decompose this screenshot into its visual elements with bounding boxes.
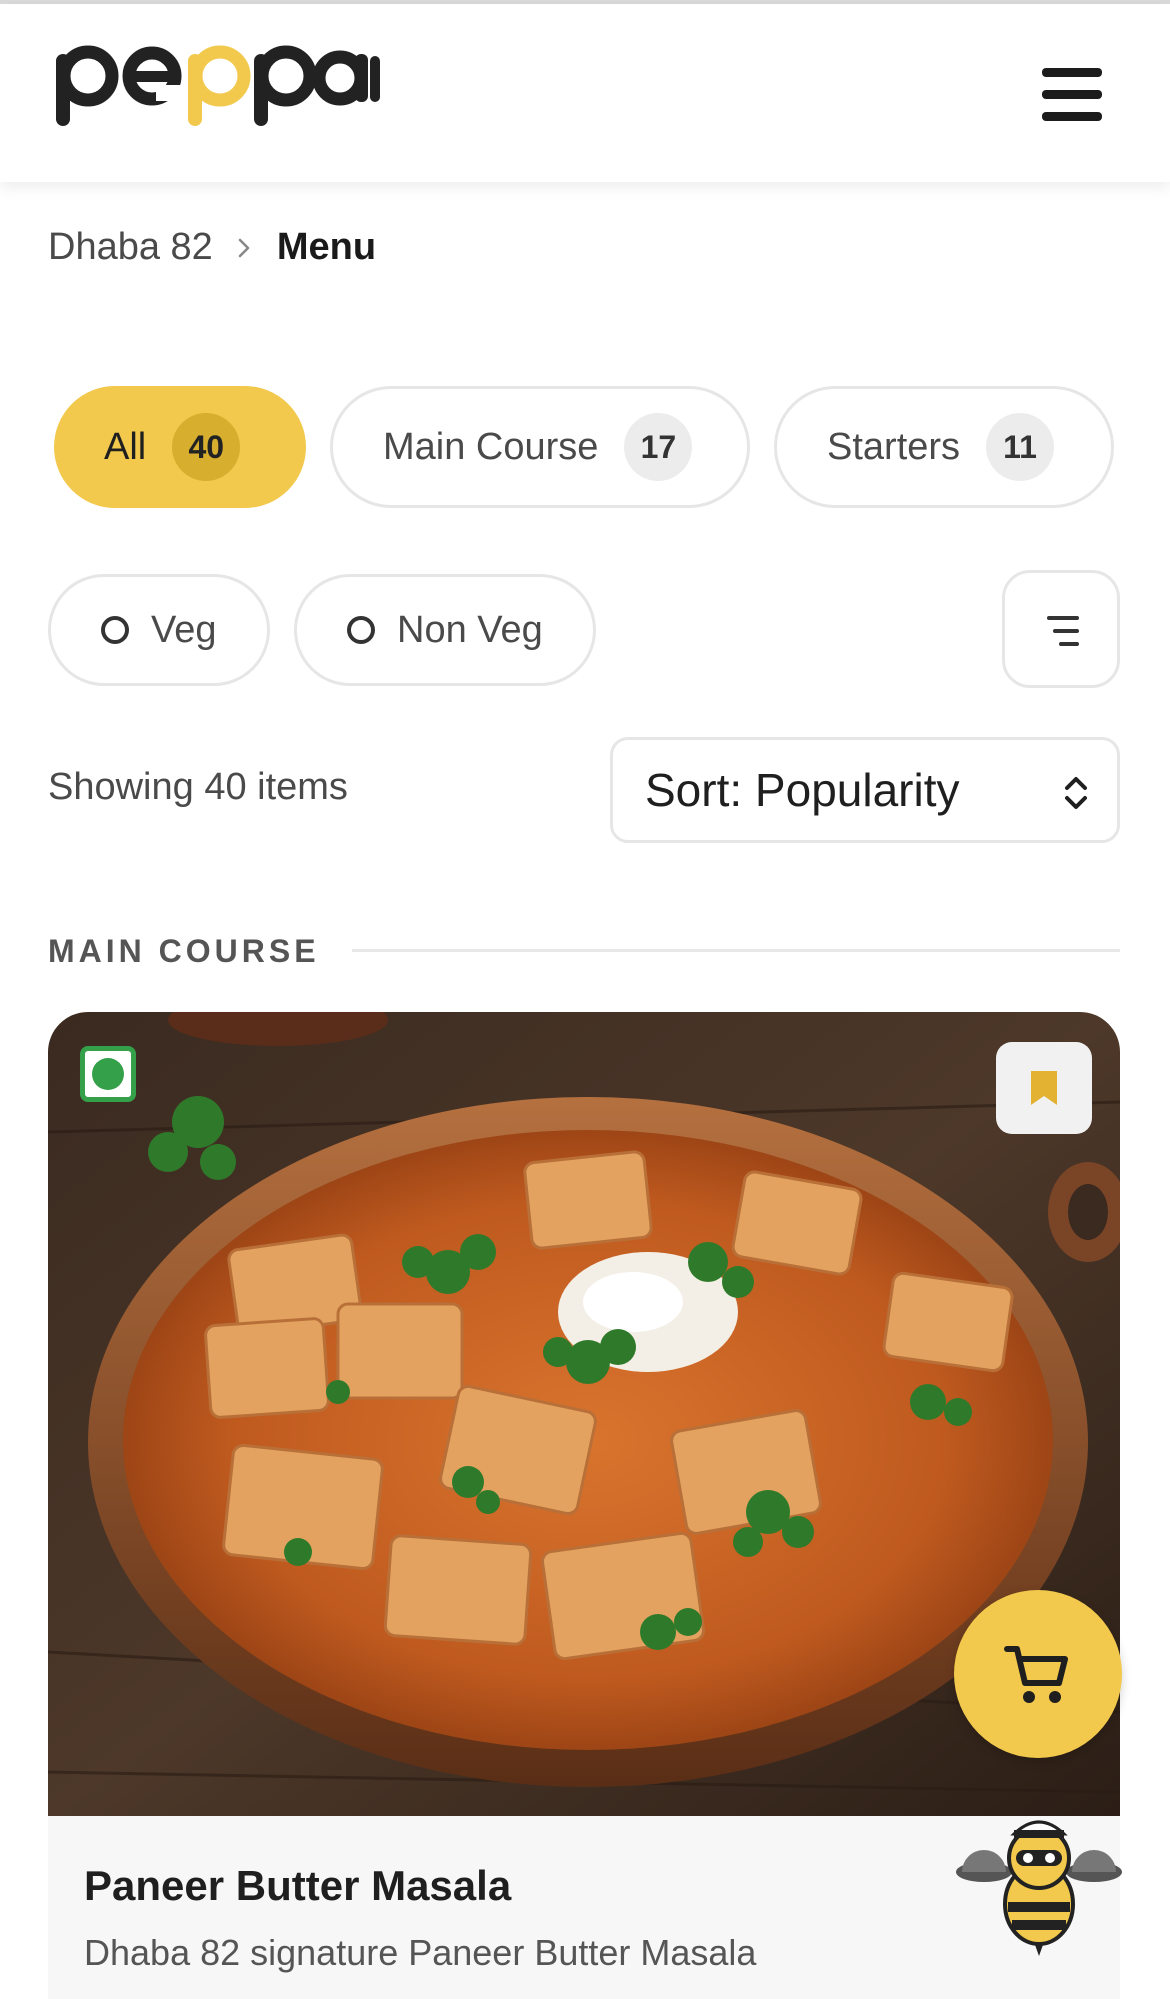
veg-filter-label: Veg bbox=[151, 608, 217, 651]
category-tab-main-course[interactable]: Main Course 17 bbox=[330, 386, 750, 508]
hamburger-icon-line bbox=[1042, 90, 1102, 99]
section-divider bbox=[352, 949, 1120, 952]
category-tab-all[interactable]: All 40 bbox=[54, 386, 306, 508]
peppar-logo[interactable] bbox=[52, 42, 382, 132]
non-veg-filter-toggle[interactable]: Non Veg bbox=[294, 574, 596, 686]
filter-lines-icon bbox=[1047, 616, 1079, 620]
breadcrumb: Dhaba 82 Menu bbox=[48, 226, 376, 269]
results-count: Showing 40 items bbox=[48, 766, 348, 808]
veg-dot-icon bbox=[80, 1046, 136, 1102]
category-count-badge: 17 bbox=[624, 413, 693, 481]
bookmark-button[interactable] bbox=[996, 1042, 1092, 1134]
radio-circle-icon bbox=[347, 616, 375, 644]
category-count-badge: 40 bbox=[172, 413, 241, 481]
breadcrumb-home-link[interactable]: Dhaba 82 bbox=[48, 226, 213, 269]
hamburger-menu-button[interactable] bbox=[1040, 66, 1104, 122]
section-title-main-course: MAIN COURSE bbox=[48, 933, 320, 969]
hamburger-icon bbox=[1042, 68, 1102, 77]
sort-select[interactable]: Sort: Popularity bbox=[610, 737, 1120, 843]
category-count-badge: 11 bbox=[986, 413, 1055, 481]
category-tab-label: Starters bbox=[827, 425, 961, 468]
radio-circle-icon bbox=[101, 616, 129, 644]
veg-filter-toggle[interactable]: Veg bbox=[48, 574, 270, 686]
hamburger-icon-line bbox=[1042, 112, 1102, 121]
category-tab-label: Main Course bbox=[383, 425, 599, 468]
chevron-up-down-icon bbox=[1063, 770, 1089, 824]
category-tab-starters[interactable]: Starters 11 bbox=[774, 386, 1114, 508]
filter-lines-icon-line bbox=[1053, 629, 1079, 633]
bee-chef-mascot-icon[interactable] bbox=[954, 1806, 1124, 1956]
bookmark-icon bbox=[1031, 1071, 1057, 1105]
menu-item-name: Paneer Butter Masala bbox=[84, 1862, 512, 1909]
filter-button[interactable] bbox=[1002, 570, 1120, 688]
menu-item-description: Dhaba 82 signature Paneer Butter Masala bbox=[84, 1932, 757, 1973]
non-veg-filter-label: Non Veg bbox=[397, 608, 543, 651]
category-tab-label: All bbox=[104, 425, 147, 468]
sort-select-value: Sort: Popularity bbox=[645, 764, 960, 816]
filter-lines-icon-line bbox=[1059, 642, 1079, 646]
cart-button[interactable] bbox=[954, 1590, 1122, 1758]
peppar-logo-mark bbox=[56, 45, 380, 126]
chevron-right-icon bbox=[237, 226, 251, 269]
app-header bbox=[0, 4, 1170, 182]
cart-icon bbox=[1004, 1646, 1068, 1703]
breadcrumb-current: Menu bbox=[276, 226, 377, 268]
